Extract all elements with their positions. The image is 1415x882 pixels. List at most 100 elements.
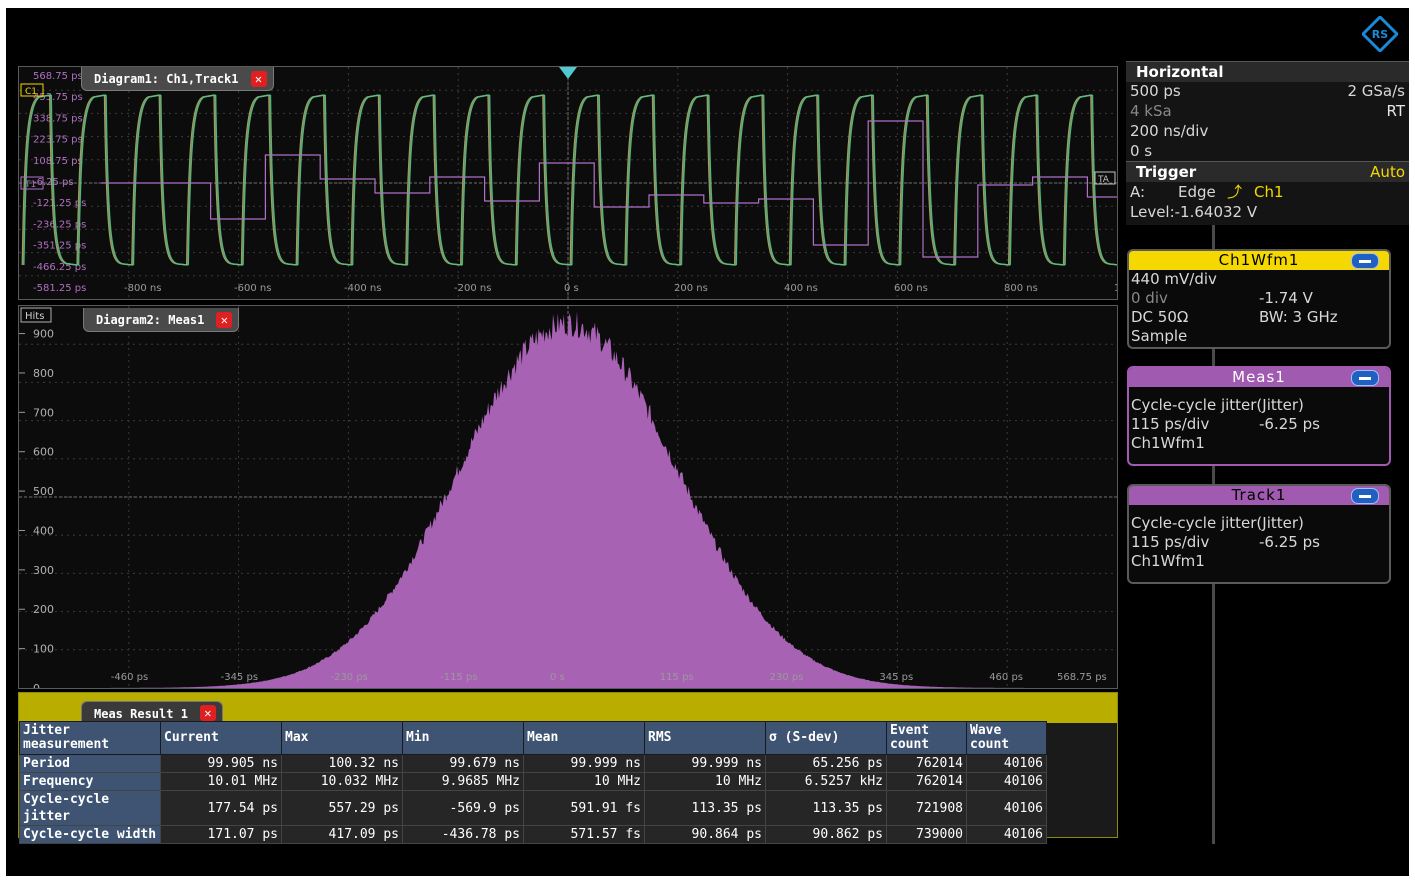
histogram-bars bbox=[19, 311, 1117, 688]
track1-scale: 115 ps/div bbox=[1131, 533, 1210, 551]
ch1-offset-div: 0 div bbox=[1131, 289, 1168, 307]
table-cell: 9.9685 MHz bbox=[402, 772, 524, 791]
table-cell: 99.999 ns bbox=[523, 754, 645, 773]
row-label: Cycle-cycle width bbox=[19, 825, 161, 844]
table-cell: 40106 bbox=[966, 772, 1047, 791]
x-tick-label: 115 ps bbox=[660, 672, 694, 683]
trigger-title: Trigger bbox=[1136, 163, 1197, 181]
y-tick-label: 500 bbox=[33, 485, 54, 498]
y-tick-label: 300 bbox=[33, 564, 54, 577]
table-row[interactable]: Frequency 10.01 MHz 10.032 MHz 9.9685 MHz 10… bbox=[19, 772, 1047, 791]
table-cell: 10.01 MHz bbox=[160, 772, 282, 791]
x-tick-label: 600 ns bbox=[894, 283, 928, 294]
table-cell: 557.29 ps bbox=[281, 790, 403, 826]
table-cell: 6.5257 kHz bbox=[765, 772, 887, 791]
x-tick-label: -400 ns bbox=[344, 283, 381, 294]
sample-rate: 2 GSa/s bbox=[1347, 82, 1405, 100]
close-icon[interactable]: ✕ bbox=[216, 312, 233, 328]
ch1-signal-box[interactable]: Ch1Wfm1 440 mV/div 0 div -1.74 V DC 50Ω … bbox=[1127, 249, 1391, 349]
table-cell: -569.9 ps bbox=[402, 790, 524, 826]
column-header[interactable]: Min bbox=[402, 721, 524, 755]
row-label: Frequency bbox=[19, 772, 161, 791]
hits-label: Hits bbox=[25, 311, 44, 322]
rohde-schwarz-logo-icon: RS bbox=[1362, 16, 1398, 52]
ta-marker-label: TA bbox=[1097, 175, 1110, 185]
x-tick-label: 0 s bbox=[550, 672, 565, 683]
diagram2-histogram[interactable]: 900 800 700 600 500 400 300 200 100 0 -460 ps -345 … bbox=[18, 305, 1118, 689]
column-header[interactable]: σ (S-dev) bbox=[765, 721, 887, 755]
ch1-scale: 440 mV/div bbox=[1131, 270, 1217, 288]
meas1-box[interactable]: Meas1 Cycle-cycle jitter(Jitter) 115 ps/… bbox=[1127, 366, 1391, 466]
diagram1-tab-label: Diagram1: Ch1,Track1 bbox=[94, 72, 239, 86]
x-tick-label: 230 ps bbox=[770, 672, 804, 683]
table-cell: 739000 bbox=[886, 825, 967, 844]
table-cell: 591.91 fs bbox=[523, 790, 645, 826]
horizontal-title: Horizontal bbox=[1126, 61, 1409, 82]
ch1-waveform-trace bbox=[21, 94, 1117, 266]
x-tick-label: 1 µs bbox=[1114, 283, 1117, 294]
table-header-row: Jitter measurement Current Max Min Mean RMS σ … bbox=[19, 721, 1047, 755]
table-cell: 762014 bbox=[886, 772, 967, 791]
horizontal-row-1: 500 ps 2 GSa/s bbox=[1130, 81, 1405, 101]
table-cell: 417.09 ps bbox=[281, 825, 403, 844]
y-tick-label: 700 bbox=[33, 406, 54, 419]
table-row[interactable]: Cycle-cycle width 171.07 ps 417.09 ps -436.… bbox=[19, 825, 1047, 844]
minimize-icon[interactable] bbox=[1351, 253, 1379, 269]
trigger-source: Ch1 bbox=[1254, 183, 1284, 201]
trigger-row: A: Edge ⤴ Ch1 bbox=[1130, 182, 1405, 202]
row-label: Period bbox=[19, 754, 161, 773]
table-cell: 721908 bbox=[886, 790, 967, 826]
track1-box[interactable]: Track1 Cycle-cycle jitter(Jitter) 115 ps… bbox=[1127, 484, 1391, 584]
column-header[interactable]: Max bbox=[281, 721, 403, 755]
trigger-level: Level:-1.64032 V bbox=[1130, 203, 1258, 221]
x-tick-label: 400 ns bbox=[784, 283, 818, 294]
time-position: 0 s bbox=[1130, 142, 1153, 160]
track1-offset: -6.25 ps bbox=[1259, 533, 1320, 551]
record-length: 4 kSa bbox=[1130, 102, 1172, 120]
diagram2-tab-label: Diagram2: Meas1 bbox=[96, 313, 205, 327]
diagram2-tab[interactable]: Diagram2: Meas1 ✕ bbox=[83, 308, 240, 332]
close-icon[interactable]: ✕ bbox=[250, 71, 267, 87]
column-header[interactable]: Wave count bbox=[966, 721, 1047, 755]
column-header[interactable]: Event count bbox=[886, 721, 967, 755]
table-cell: -436.78 ps bbox=[402, 825, 524, 844]
ch1-coupling: DC 50Ω bbox=[1131, 308, 1189, 326]
table-cell: 177.54 ps bbox=[160, 790, 282, 826]
close-icon[interactable]: ✕ bbox=[199, 705, 216, 721]
horizontal-trigger-info[interactable]: Horizontal 500 ps 2 GSa/s 4 kSa RT 200 n… bbox=[1126, 61, 1409, 225]
diagram1-tab[interactable]: Diagram1: Ch1,Track1 ✕ bbox=[81, 67, 274, 91]
table-cell: 40106 bbox=[966, 754, 1047, 773]
table-cell: 113.35 ps bbox=[644, 790, 766, 826]
meas1-name: Cycle-cycle jitter(Jitter) bbox=[1131, 396, 1304, 414]
column-header[interactable]: RMS bbox=[644, 721, 766, 755]
table-cell: 10.032 MHz bbox=[281, 772, 403, 791]
x-tick-label: -115 ps bbox=[440, 672, 477, 683]
meas1-source: Ch1Wfm1 bbox=[1131, 434, 1205, 452]
trigger-type: Edge bbox=[1178, 183, 1216, 201]
column-header[interactable]: Mean bbox=[523, 721, 645, 755]
x-tick-label: 568.75 ps bbox=[1057, 672, 1107, 683]
x-tick-label: -200 ns bbox=[454, 283, 491, 294]
row-label: Cycle-cycle jitter bbox=[19, 790, 161, 826]
meas-result-panel[interactable]: Meas Result 1 ✕ Jitter measurement Curren… bbox=[18, 692, 1118, 844]
table-cell: 171.07 ps bbox=[160, 825, 282, 844]
diagram2-plot: 900 800 700 600 500 400 300 200 100 0 -460 ps -345 … bbox=[19, 306, 1117, 688]
track1-source: Ch1Wfm1 bbox=[1131, 552, 1205, 570]
column-header[interactable]: Current bbox=[160, 721, 282, 755]
oscilloscope-screen: RS 568.75 ps 453.75 ps 338.75 ps 223.75 ps 1… bbox=[6, 8, 1409, 876]
table-row[interactable]: Cycle-cycle jitter 177.54 ps 557.29 ps -569… bbox=[19, 790, 1047, 826]
x-tick-label: 800 ns bbox=[1004, 283, 1038, 294]
table-row[interactable]: Period 99.905 ns 100.32 ns 99.679 ns 99.999 … bbox=[19, 754, 1047, 773]
table-cell: 90.862 ps bbox=[765, 825, 887, 844]
diagram1-waveform[interactable]: 568.75 ps 453.75 ps 338.75 ps 223.75 ps 108.… bbox=[18, 66, 1118, 300]
column-header[interactable]: Jitter measurement bbox=[19, 721, 161, 755]
track1-title: Track1 bbox=[1129, 486, 1389, 505]
meas1-scale: 115 ps/div bbox=[1131, 415, 1210, 433]
y-tick-label: -581.25 ps bbox=[33, 283, 86, 294]
minimize-icon[interactable] bbox=[1351, 488, 1379, 504]
table-cell: 65.256 ps bbox=[765, 754, 887, 773]
table-cell: 40106 bbox=[966, 825, 1047, 844]
resolution: 500 ps bbox=[1130, 82, 1181, 100]
x-tick-label: 345 ps bbox=[879, 672, 913, 683]
minimize-icon[interactable] bbox=[1351, 370, 1379, 386]
